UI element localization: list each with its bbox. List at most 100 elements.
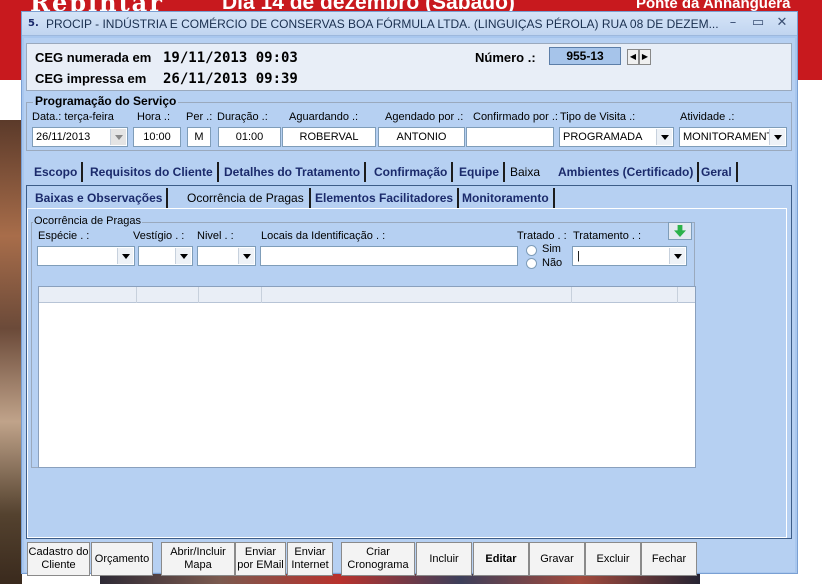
numero-field[interactable]: 955-13: [549, 47, 621, 65]
main-window: 5. PROCIP - INDÚSTRIA E COMÉRCIO DE CONS…: [21, 11, 798, 576]
hora-label: Hora .:: [137, 111, 171, 123]
tab-requisitos-cliente[interactable]: Requisitos do Cliente: [86, 162, 219, 182]
atividade-select[interactable]: MONITORAMENT: [679, 127, 787, 147]
tab-ambientes-certificado[interactable]: Ambientes (Certificado): [554, 162, 700, 182]
subtab-elementos-facilitadores[interactable]: Elementos Facilitadores: [309, 188, 460, 208]
vestigio-select[interactable]: [138, 246, 193, 266]
data-label: Data.: terça-feira: [32, 111, 114, 123]
subtab-ocorrencia-pragas[interactable]: Ocorrência de Pragas: [183, 188, 308, 208]
tratamento-dropdown-icon[interactable]: [669, 248, 685, 264]
gravar-button[interactable]: Gravar: [529, 542, 585, 576]
add-ocorrencia-button[interactable]: [668, 222, 692, 240]
ocorrencia-pragas-group: Ocorrência de Pragas Espécie . : Vestígi…: [31, 215, 696, 468]
numero-label: Número .:: [475, 50, 536, 65]
background-right: [796, 84, 822, 584]
duracao-label: Duração .:: [217, 111, 268, 123]
tratamento-value: |: [577, 250, 580, 262]
app-icon: 5.: [28, 18, 39, 29]
subtab-baixas-observacoes[interactable]: Baixas e Observações: [31, 188, 169, 208]
criar-cronograma-button[interactable]: Criar Cronograma: [341, 542, 415, 576]
excluir-button[interactable]: Excluir: [585, 542, 641, 576]
agendado-label: Agendado por .:: [385, 111, 464, 123]
especie-select[interactable]: [37, 246, 135, 266]
data-value: 26/11/2013: [36, 131, 91, 143]
grid-column[interactable]: [199, 287, 262, 303]
minimize-button[interactable]: –: [724, 15, 742, 31]
window-client-area: CEG numerada em 19/11/2013 09:03 CEG imp…: [24, 38, 795, 576]
incluir-button[interactable]: Incluir: [416, 542, 472, 576]
vestigio-label: Vestígio . :: [133, 230, 185, 242]
maximize-button[interactable]: ▭: [749, 15, 767, 31]
ceg-impressa-label: CEG impressa em: [35, 71, 147, 86]
ocorrencia-pragas-page: Ocorrência de Pragas Espécie . : Vestígi…: [27, 208, 787, 538]
tratamento-label: Tratamento . :: [573, 230, 642, 242]
grid-column[interactable]: [137, 287, 199, 303]
grid-column[interactable]: [572, 287, 678, 303]
per-field[interactable]: M: [187, 127, 211, 147]
grid-header: [39, 287, 695, 303]
ceg-numerada-label: CEG numerada em: [35, 50, 152, 65]
grid-column[interactable]: [262, 287, 572, 303]
title-bar[interactable]: 5. PROCIP - INDÚSTRIA E COMÉRCIO DE CONS…: [22, 12, 797, 36]
duracao-field[interactable]: 01:00: [218, 127, 281, 147]
hora-field[interactable]: 10:00: [133, 127, 181, 147]
ocorrencias-grid[interactable]: [38, 286, 696, 468]
enviar-email-button[interactable]: Enviar por EMail: [235, 542, 286, 576]
atividade-label: Atividade .:: [680, 111, 735, 123]
next-record-button[interactable]: ▶: [639, 49, 651, 65]
nivel-label: Nivel . :: [197, 230, 234, 242]
tab-baixa[interactable]: Baixa: [506, 162, 545, 182]
tipo-visita-select[interactable]: PROGRAMADA: [559, 127, 674, 147]
orcamento-button[interactable]: Orçamento: [91, 542, 153, 576]
cadastro-cliente-button[interactable]: Cadastro do Cliente: [27, 542, 90, 576]
tab-equipe[interactable]: Equipe: [455, 162, 506, 182]
ocorrencia-pragas-title: Ocorrência de Pragas: [33, 215, 142, 227]
window-title: PROCIP - INDÚSTRIA E COMÉRCIO DE CONSERV…: [46, 17, 719, 31]
previous-record-button[interactable]: ◀: [627, 49, 639, 65]
tratado-sim-label: Sim: [542, 243, 561, 255]
programacao-group: Programação do Serviço Data.: terça-feir…: [26, 94, 792, 151]
tratamento-select[interactable]: |: [572, 246, 687, 266]
confirmado-label: Confirmado por .:: [473, 111, 558, 123]
aguardando-label: Aguardando .:: [289, 111, 359, 123]
atividade-dropdown-icon[interactable]: [769, 129, 785, 145]
close-button[interactable]: ✕: [773, 15, 791, 31]
agendado-field[interactable]: ANTONIO: [378, 127, 465, 147]
tipo-visita-value: PROGRAMADA: [563, 131, 643, 143]
tipo-visita-dropdown-icon[interactable]: [656, 129, 672, 145]
vestigio-dropdown-icon[interactable]: [175, 248, 191, 264]
ceg-impressa-value: 26/11/2013 09:39: [163, 71, 298, 87]
especie-label: Espécie . :: [38, 230, 90, 242]
atividade-value: MONITORAMENT: [683, 131, 774, 143]
abrir-mapa-button[interactable]: Abrir/Incluir Mapa: [161, 542, 235, 576]
ceg-info-panel: CEG numerada em 19/11/2013 09:03 CEG imp…: [26, 43, 792, 91]
baixa-tab-page: Baixas e Observações Ocorrência de Praga…: [26, 185, 792, 539]
tab-escopo[interactable]: Escopo: [30, 162, 84, 182]
confirmado-field[interactable]: [466, 127, 554, 147]
bottom-button-bar: Cadastro do Cliente Orçamento Abrir/Incl…: [27, 542, 794, 576]
tipo-visita-label: Tipo de Visita .:: [560, 111, 636, 123]
ceg-numerada-value: 19/11/2013 09:03: [163, 50, 298, 66]
tratado-sim-radio[interactable]: [526, 245, 537, 256]
locais-identificacao-label: Locais da Identificação . :: [261, 230, 386, 242]
enviar-internet-button[interactable]: Enviar Internet: [287, 542, 333, 576]
per-label: Per .:: [186, 111, 213, 123]
nivel-dropdown-icon[interactable]: [238, 248, 254, 264]
fechar-button[interactable]: Fechar: [641, 542, 697, 576]
tratado-nao-radio[interactable]: [526, 258, 537, 269]
editar-button[interactable]: Editar: [473, 542, 529, 576]
tratado-label: Tratado . :: [517, 230, 567, 242]
subtab-monitoramento[interactable]: Monitoramento: [458, 188, 555, 208]
aguardando-field[interactable]: ROBERVAL: [282, 127, 376, 147]
tab-geral[interactable]: Geral: [697, 162, 738, 182]
data-field[interactable]: 26/11/2013: [32, 127, 128, 147]
programacao-title: Programação do Serviço: [33, 94, 179, 108]
tab-detalhes-tratamento[interactable]: Detalhes do Tratamento: [220, 162, 367, 182]
especie-dropdown-icon[interactable]: [117, 248, 133, 264]
tab-confirmacao[interactable]: Confirmação: [370, 162, 454, 182]
tratado-nao-label: Não: [542, 257, 563, 269]
date-picker-icon[interactable]: [110, 129, 126, 145]
grid-column[interactable]: [39, 287, 137, 303]
nivel-select[interactable]: [197, 246, 256, 266]
locais-identificacao-field[interactable]: [260, 246, 518, 266]
